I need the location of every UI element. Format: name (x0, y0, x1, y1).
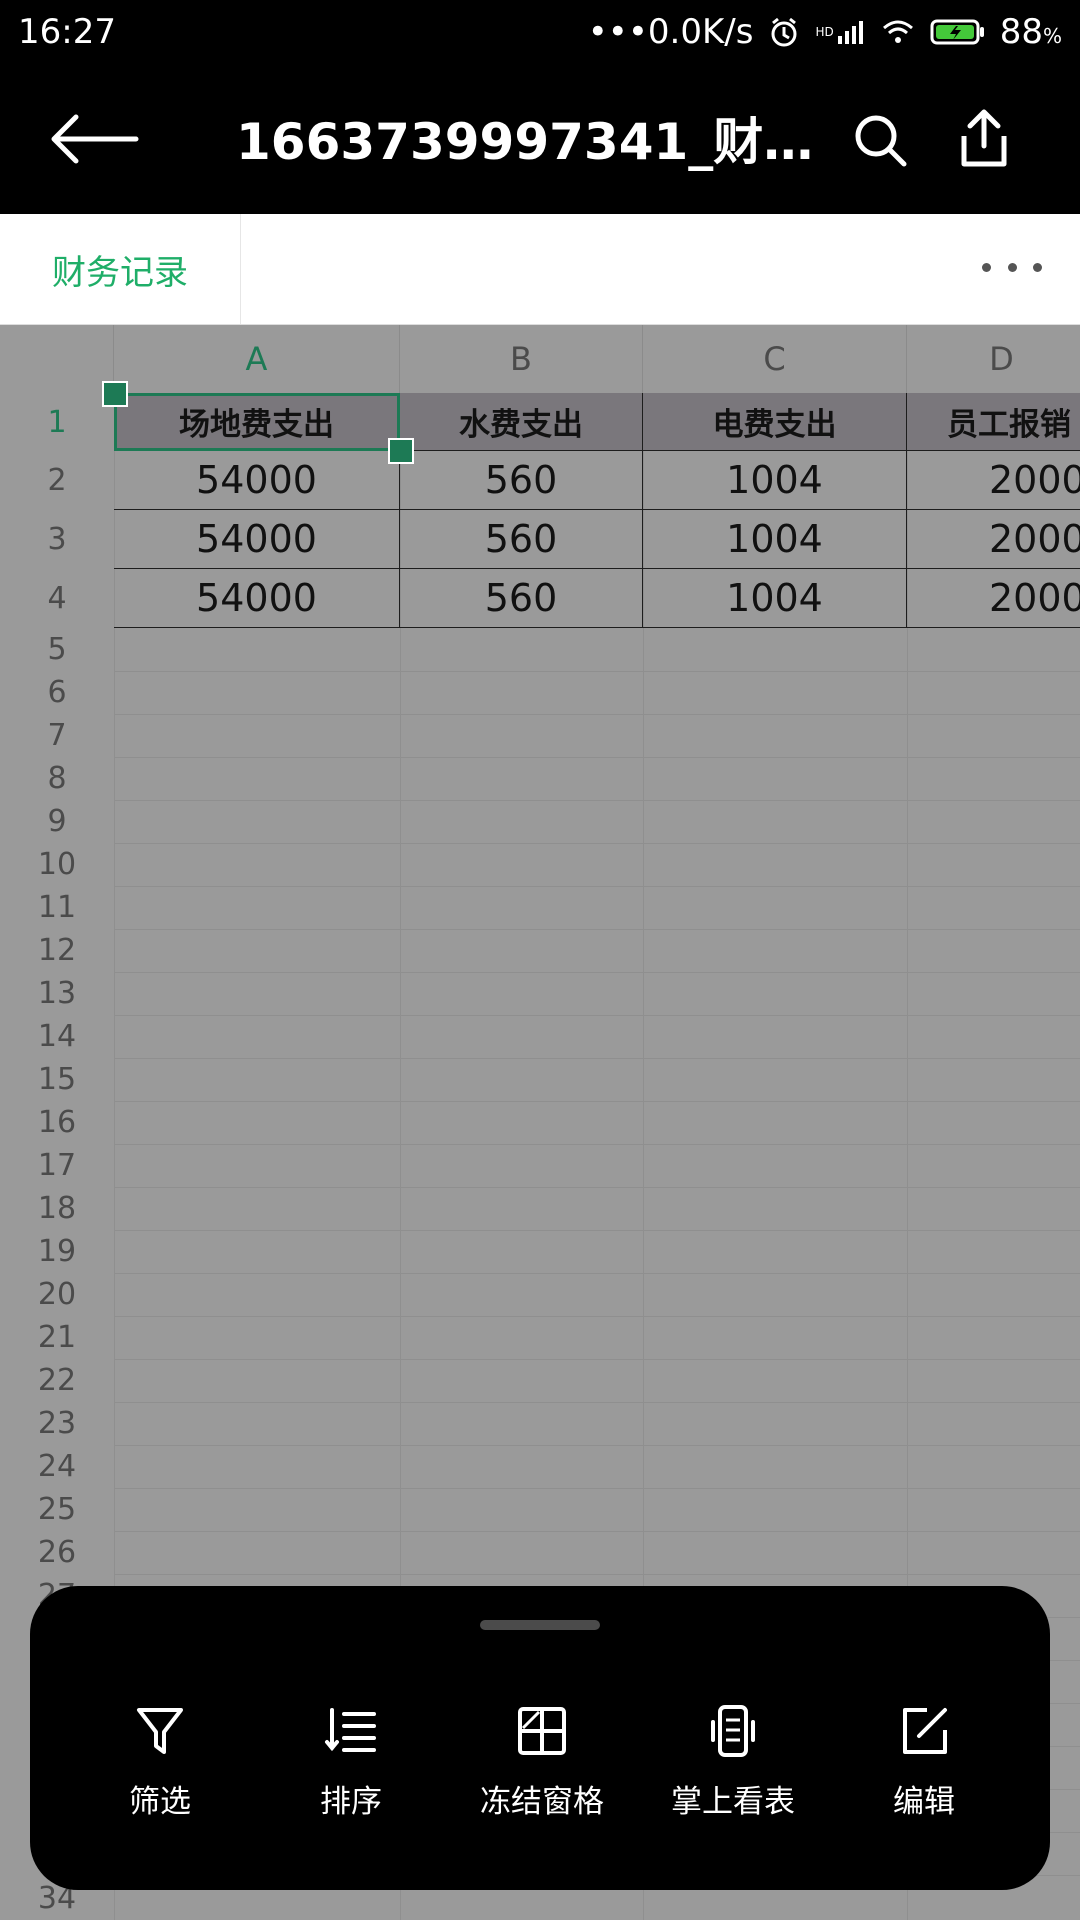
row-header[interactable]: 17 (0, 1144, 114, 1187)
bottom-toolbar: 筛选 排序 冻结窗格 掌上看表 编辑 (30, 1586, 1050, 1890)
cell-b4[interactable]: 560 (400, 569, 643, 628)
sort-icon (325, 1708, 376, 1752)
column-header-b[interactable]: B (400, 325, 643, 393)
row-header[interactable]: 23 (0, 1402, 114, 1445)
phone-view-icon (711, 1705, 755, 1757)
row-header[interactable]: 16 (0, 1101, 114, 1144)
freeze-panes-label: 冻结窗格 (480, 1784, 604, 1820)
tab-label: 财务记录 (52, 252, 188, 293)
row-header[interactable]: 5 (0, 628, 114, 671)
row-header[interactable]: 4 (0, 569, 114, 628)
cell-c4[interactable]: 1004 (643, 569, 907, 628)
row-header[interactable]: 24 (0, 1445, 114, 1488)
cell-d1[interactable]: 员工报销 (907, 393, 1080, 451)
row-header[interactable]: 14 (0, 1015, 114, 1058)
edit-button[interactable]: 编辑 (829, 1704, 1019, 1844)
row-header[interactable]: 7 (0, 714, 114, 757)
cell-d3[interactable]: 2000 (907, 510, 1080, 569)
document-title: 1663739997341_财务收… (236, 113, 832, 171)
row-header[interactable]: 6 (0, 671, 114, 714)
row-header[interactable]: 15 (0, 1058, 114, 1101)
row-header[interactable]: 10 (0, 843, 114, 886)
column-header-d[interactable]: D (907, 325, 1080, 393)
edit-icon (903, 1708, 947, 1754)
row-header[interactable]: 2 (0, 451, 114, 510)
cell-a4[interactable]: 54000 (114, 569, 400, 628)
row-header[interactable]: 25 (0, 1488, 114, 1531)
row-header[interactable]: 21 (0, 1316, 114, 1359)
row-header[interactable]: 20 (0, 1273, 114, 1316)
filter-label: 筛选 (129, 1784, 191, 1820)
cell-a1[interactable]: 场地费支出 (114, 393, 400, 451)
row-header[interactable]: 11 (0, 886, 114, 929)
cell-d2[interactable]: 2000 (907, 451, 1080, 510)
phone-view-button[interactable]: 掌上看表 (638, 1704, 828, 1844)
column-header-c[interactable]: C (643, 325, 907, 393)
edit-label: 编辑 (893, 1784, 955, 1820)
cell-a3[interactable]: 54000 (114, 510, 400, 569)
tab-finance-records[interactable]: 财务记录 (0, 214, 241, 324)
cell-c1[interactable]: 电费支出 (643, 393, 907, 451)
sheet-grabber[interactable] (480, 1620, 600, 1630)
filter-button[interactable]: 筛选 (65, 1704, 255, 1844)
back-arrow-icon[interactable] (48, 114, 140, 164)
cell-a2[interactable]: 54000 (114, 451, 400, 510)
freeze-panes-icon (518, 1707, 566, 1755)
row-header[interactable]: 26 (0, 1531, 114, 1574)
sheet-tabs: 财务记录 (0, 214, 1080, 325)
search-icon[interactable] (852, 112, 908, 168)
freeze-panes-button[interactable]: 冻结窗格 (447, 1704, 637, 1844)
sort-label: 排序 (320, 1784, 382, 1820)
network-speed: •••0.0K/s (587, 12, 754, 52)
phone-view-label: 掌上看表 (671, 1784, 795, 1820)
status-time: 16:27 (18, 12, 116, 52)
battery-icon (930, 18, 986, 46)
column-header-a[interactable]: A (114, 325, 400, 393)
filter-icon (137, 1708, 183, 1754)
wifi-icon (880, 18, 916, 46)
cell-b3[interactable]: 560 (400, 510, 643, 569)
more-icon[interactable] (982, 252, 1042, 282)
battery-percent: 88% (999, 12, 1062, 52)
cell-d4[interactable]: 2000 (907, 569, 1080, 628)
row-header[interactable]: 8 (0, 757, 114, 800)
hd-label: HD (815, 25, 834, 39)
row-header[interactable]: 3 (0, 510, 114, 569)
corner-cell[interactable] (0, 325, 114, 393)
row-header[interactable]: 18 (0, 1187, 114, 1230)
alarm-icon (767, 15, 801, 49)
selection-handle-end[interactable] (388, 438, 414, 464)
cell-b1[interactable]: 水费支出 (400, 393, 643, 451)
sort-button[interactable]: 排序 (256, 1704, 446, 1844)
share-icon[interactable] (956, 108, 1012, 170)
row-header[interactable]: 19 (0, 1230, 114, 1273)
cell-b2[interactable]: 560 (400, 451, 643, 510)
selection-handle-start[interactable] (102, 381, 128, 407)
row-header[interactable]: 13 (0, 972, 114, 1015)
cell-c2[interactable]: 1004 (643, 451, 907, 510)
app-bar: 1663739997341_财务收… (0, 64, 1080, 214)
row-header[interactable]: 9 (0, 800, 114, 843)
signal-icon: HD (815, 18, 865, 46)
row-header[interactable]: 22 (0, 1359, 114, 1402)
status-bar: 16:27 •••0.0K/s HD 88% (0, 0, 1080, 64)
cell-c3[interactable]: 1004 (643, 510, 907, 569)
row-header[interactable]: 12 (0, 929, 114, 972)
row-header[interactable]: 1 (0, 393, 114, 451)
status-icons: •••0.0K/s HD 88% (588, 12, 1062, 52)
